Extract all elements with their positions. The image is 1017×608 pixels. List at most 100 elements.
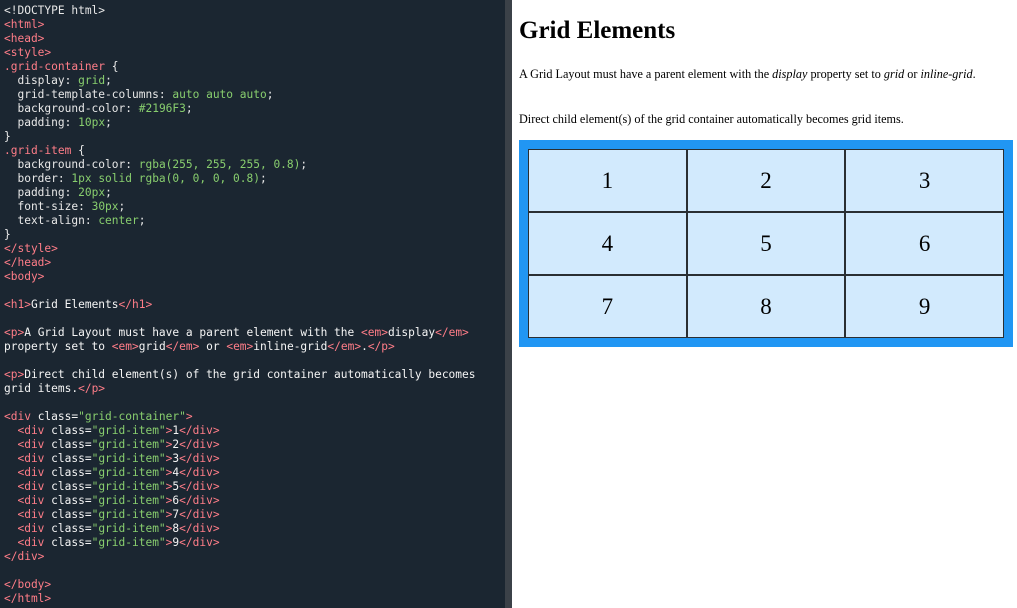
paragraph-grid-layout: A Grid Layout must have a parent element… — [519, 66, 1005, 82]
code-token: </div> — [4, 550, 45, 563]
grid-item: 7 — [528, 275, 687, 338]
code-line[interactable]: <body> — [4, 270, 476, 284]
code-token: <div — [4, 480, 52, 493]
code-line[interactable]: font-size: 30px; — [4, 200, 476, 214]
code-token: </div> — [179, 536, 220, 549]
code-line[interactable]: <!DOCTYPE html> — [4, 4, 476, 18]
code-token: grid items. — [4, 382, 79, 395]
code-token: : — [57, 172, 72, 185]
code-line[interactable]: .grid-container { — [4, 60, 476, 74]
code-token: display — [387, 326, 436, 339]
code-token: #2196F3 — [138, 102, 186, 115]
code-line[interactable]: display: grid; — [4, 74, 476, 88]
code-token: </div> — [179, 480, 220, 493]
code-line[interactable]: <div class="grid-item">1</div> — [4, 424, 476, 438]
code-line[interactable]: </html> — [4, 592, 476, 606]
code-token: ; — [266, 88, 274, 101]
code-line[interactable]: </body> — [4, 578, 476, 592]
code-token: <style> — [4, 46, 52, 59]
code-token: auto auto auto — [172, 88, 267, 101]
code-token: : — [158, 88, 173, 101]
code-line[interactable]: <div class="grid-item">7</div> — [4, 508, 476, 522]
code-line[interactable]: <h1>Grid Elements</h1> — [4, 298, 476, 312]
code-token: A Grid Layout must have a parent element… — [24, 326, 361, 339]
code-line[interactable]: grid-template-columns: auto auto auto; — [4, 88, 476, 102]
code-line[interactable]: background-color: rgba(255, 255, 255, 0.… — [4, 158, 476, 172]
code-token: <div — [4, 466, 52, 479]
code-line[interactable]: </head> — [4, 256, 476, 270]
code-line[interactable]: <div class="grid-container"> — [4, 410, 476, 424]
code-token: <p> — [4, 368, 25, 381]
code-line[interactable]: <head> — [4, 32, 476, 46]
code-token: . — [361, 340, 368, 353]
code-line[interactable]: <p>A Grid Layout must have a parent elem… — [4, 326, 476, 340]
code-token: <div — [4, 410, 38, 423]
p1-em-inline-grid: inline-grid — [920, 67, 973, 81]
code-token: </em> — [327, 340, 362, 353]
code-token: } — [4, 228, 11, 241]
p1-em-grid: grid — [883, 67, 905, 81]
code-line[interactable] — [4, 354, 476, 368]
code-line[interactable]: padding: 20px; — [4, 186, 476, 200]
code-line[interactable]: } — [4, 130, 476, 144]
p1-text-middle: property set to — [807, 67, 884, 81]
code-token: font-size — [4, 200, 79, 213]
code-token: inline-grid — [253, 340, 328, 353]
grid-item: 5 — [686, 212, 846, 275]
code-line[interactable]: <div class="grid-item">5</div> — [4, 480, 476, 494]
code-token: text-align — [4, 214, 85, 227]
code-token: ; — [185, 102, 193, 115]
code-line[interactable]: <html> — [4, 18, 476, 32]
code-line[interactable]: <div class="grid-item">6</div> — [4, 494, 476, 508]
code-line[interactable]: padding: 10px; — [4, 116, 476, 130]
code-token: background-color — [4, 158, 126, 171]
code-line[interactable] — [4, 564, 476, 578]
code-line[interactable]: background-color: #2196F3; — [4, 102, 476, 116]
code-token: class= — [51, 452, 92, 465]
grid-item: 8 — [686, 275, 846, 338]
code-token: border — [4, 172, 58, 185]
code-token: center — [98, 214, 139, 227]
code-line[interactable]: border: 1px solid rgba(0, 0, 0, 0.8); — [4, 172, 476, 186]
p1-text-or: or — [904, 67, 921, 81]
code-token: display — [4, 74, 65, 87]
grid-item: 2 — [686, 149, 846, 212]
code-token: grid — [78, 74, 106, 87]
code-line[interactable]: <div class="grid-item">3</div> — [4, 452, 476, 466]
grid-item: 3 — [845, 149, 1004, 212]
code-token: "grid-item" — [91, 508, 166, 521]
code-token: 10px — [78, 116, 106, 129]
code-line[interactable]: <div class="grid-item">2</div> — [4, 438, 476, 452]
code-line[interactable]: <div class="grid-item">9</div> — [4, 536, 476, 550]
code-token: "grid-item" — [91, 438, 166, 451]
code-token: </head> — [4, 256, 52, 269]
code-editor[interactable]: <!DOCTYPE html> <html> <head> <style> .grid-… — [0, 0, 505, 608]
code-token: "grid-item" — [91, 466, 166, 479]
code-line[interactable] — [4, 312, 476, 326]
code-line[interactable]: .grid-item { — [4, 144, 476, 158]
code-text[interactable]: <!DOCTYPE html> <html> <head> <style> .grid-… — [4, 4, 476, 606]
code-line[interactable] — [4, 396, 476, 410]
code-line[interactable]: </div> — [4, 550, 476, 564]
code-line[interactable]: <style> — [4, 46, 476, 60]
code-line[interactable]: <div class="grid-item">8</div> — [4, 522, 476, 536]
code-token: <div — [4, 452, 52, 465]
code-token: <div — [4, 508, 52, 521]
code-line[interactable]: <div class="grid-item">4</div> — [4, 466, 476, 480]
code-token: "grid-container" — [78, 410, 186, 423]
pane-divider[interactable] — [505, 0, 512, 608]
code-token: "grid-item" — [91, 522, 166, 535]
code-token: </h1> — [118, 298, 153, 311]
code-line[interactable]: <p>Direct child element(s) of the grid c… — [4, 368, 476, 382]
code-line[interactable]: property set to <em>grid</em> or <em>inl… — [4, 340, 476, 354]
code-token: <em> — [361, 326, 388, 339]
paragraph-grid-items: Direct child element(s) of the grid cont… — [519, 112, 904, 126]
code-line[interactable]: grid items.</p> — [4, 382, 476, 396]
code-line[interactable] — [4, 284, 476, 298]
code-token: </div> — [179, 522, 220, 535]
code-token: : — [125, 158, 139, 171]
code-line[interactable]: text-align: center; — [4, 214, 476, 228]
code-line[interactable]: </style> — [4, 242, 476, 256]
code-token: 30px — [91, 200, 119, 213]
code-line[interactable]: } — [4, 228, 476, 242]
